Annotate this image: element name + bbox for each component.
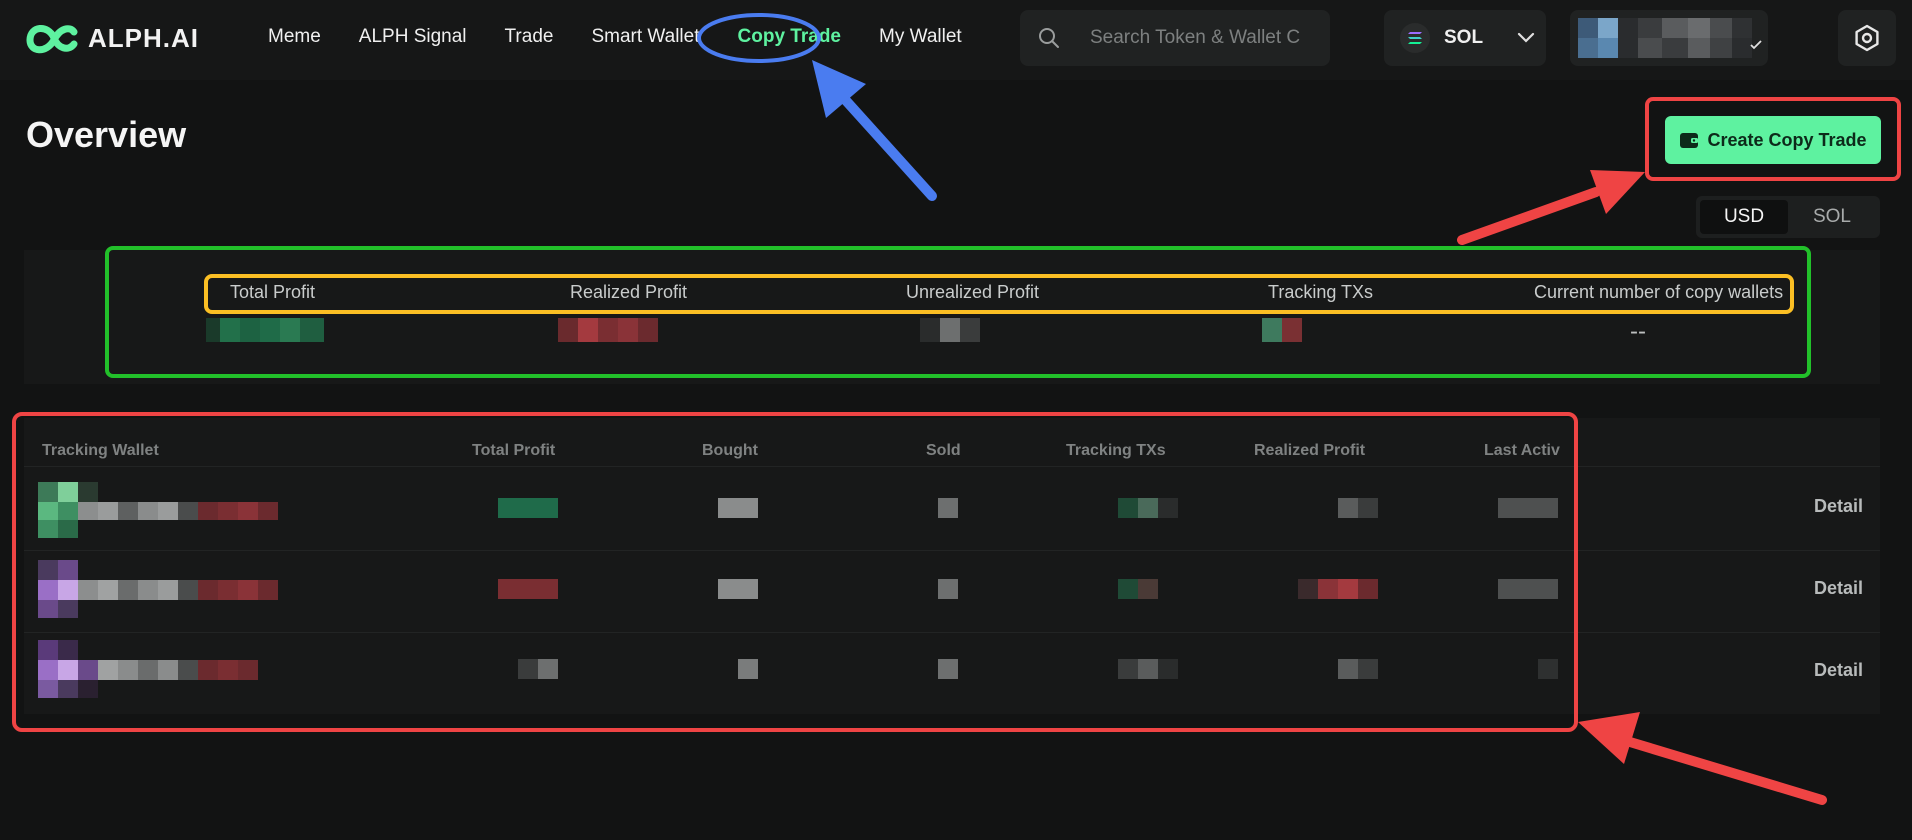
settings-button[interactable] xyxy=(1838,10,1896,66)
wallet-address-pixelated xyxy=(1578,38,1752,58)
summary-labels: Total Profit Realized Profit Unrealized … xyxy=(230,282,1810,303)
summary-label-tracking-txs: Tracking TXs xyxy=(1268,282,1374,302)
brand-name: ALPH.AI xyxy=(88,22,199,53)
search-icon xyxy=(1039,28,1059,48)
nav-item-trade[interactable]: Trade xyxy=(505,24,554,50)
row-1-detail-link[interactable]: Detail xyxy=(1814,496,1863,517)
row-1-tracking-txs-pixelated xyxy=(1118,498,1178,518)
summary-label-copy-wallets: Current number of copy wallets xyxy=(1534,282,1784,302)
summary-value-realized-profit-pixelated xyxy=(558,318,658,342)
checkmark-icon xyxy=(1750,40,1762,50)
row-3-realized-profit-pixelated xyxy=(1338,659,1378,679)
row-1-last-activity-pixelated xyxy=(1498,498,1558,518)
summary-label-realized-profit: Realized Profit xyxy=(570,282,688,302)
main-nav: Meme ALPH Signal Trade Smart Wallet Copy… xyxy=(268,24,1000,50)
column-header-realized-profit[interactable]: Realized Profit xyxy=(1254,442,1365,460)
page-title: Overview xyxy=(26,114,187,155)
settings-hex-icon xyxy=(1855,24,1879,52)
summary-value-total-profit-pixelated xyxy=(206,318,324,342)
column-header-tracking-wallet[interactable]: Tracking Wallet xyxy=(42,442,159,460)
row-2-bought-pixelated xyxy=(718,579,758,599)
column-header-sold[interactable]: Sold xyxy=(926,442,961,460)
search-box[interactable] xyxy=(1020,10,1330,66)
row-3-sold-pixelated xyxy=(938,659,958,679)
row-1-bought-pixelated xyxy=(718,498,758,518)
summary-label-unrealized-profit: Unrealized Profit xyxy=(906,282,1040,302)
column-header-total-profit[interactable]: Total Profit xyxy=(472,442,555,460)
solana-icon xyxy=(1400,23,1430,53)
row-divider xyxy=(24,550,1880,551)
row-3-wallet-address-pixelated xyxy=(38,660,258,680)
row-3-total-profit-pixelated xyxy=(518,659,558,679)
column-header-last-activity[interactable]: Last Activ xyxy=(1484,442,1560,460)
annotation-arrow-blue xyxy=(812,60,937,201)
row-3-last-activity-pixelated xyxy=(1538,659,1558,679)
currency-toggle: USD SOL xyxy=(1696,196,1880,238)
summary-value-tracking-txs-pixelated xyxy=(1262,318,1302,342)
currency-option-usd[interactable]: USD xyxy=(1700,200,1788,234)
row-2-wallet-avatar-bottom xyxy=(38,600,78,618)
row-1-total-profit-pixelated xyxy=(498,498,558,518)
row-2-tracking-txs-pixelated xyxy=(1118,579,1158,599)
nav-item-meme[interactable]: Meme xyxy=(268,24,321,50)
nav-item-alph-signal[interactable]: ALPH Signal xyxy=(359,24,467,50)
nav-item-copy-trade[interactable]: Copy Trade xyxy=(738,24,841,50)
wallet-icon xyxy=(1680,133,1699,148)
row-2-wallet-avatar xyxy=(38,560,78,580)
brand-logo[interactable]: ALPH.AI xyxy=(24,18,199,58)
wallet-avatar xyxy=(1578,18,1752,38)
row-3-bought-pixelated xyxy=(738,659,758,679)
search-input[interactable] xyxy=(1090,27,1320,49)
summary-label-total-profit: Total Profit xyxy=(230,282,316,302)
row-1-wallet-avatar-bottom xyxy=(38,520,78,538)
create-copy-trade-button[interactable]: Create Copy Trade xyxy=(1665,116,1881,164)
row-2-sold-pixelated xyxy=(938,579,958,599)
summary-value-unrealized-profit-pixelated xyxy=(920,318,980,342)
row-3-wallet-avatar-bottom xyxy=(38,680,98,698)
row-2-realized-profit-pixelated xyxy=(1298,579,1378,599)
row-divider xyxy=(24,632,1880,633)
annotation-arrow-red-top xyxy=(1457,170,1645,245)
row-1-wallet-address-pixelated xyxy=(38,502,278,520)
row-1-wallet-avatar xyxy=(38,482,98,502)
alph-logo-icon xyxy=(26,25,78,54)
column-header-tracking-txs[interactable]: Tracking TXs xyxy=(1066,442,1166,460)
annotation-arrow-red-bottom xyxy=(1578,712,1827,805)
row-1-realized-profit-pixelated xyxy=(1338,498,1378,518)
row-2-wallet-address-pixelated xyxy=(38,580,278,600)
create-copy-trade-label: Create Copy Trade xyxy=(1707,129,1867,150)
row-2-total-profit-pixelated xyxy=(498,579,558,599)
row-2-detail-link[interactable]: Detail xyxy=(1814,578,1863,599)
chevron-down-icon xyxy=(1517,32,1535,43)
connected-wallet-button[interactable] xyxy=(1570,10,1768,66)
row-3-detail-link[interactable]: Detail xyxy=(1814,660,1863,681)
row-2-last-activity-pixelated xyxy=(1498,579,1558,599)
summary-value-copy-wallets: -- xyxy=(1630,318,1646,345)
row-1-sold-pixelated xyxy=(938,498,958,518)
chain-label: SOL xyxy=(1444,27,1484,48)
top-nav: ALPH.AI Meme ALPH Signal Trade Smart Wal… xyxy=(0,0,1912,80)
profit-summary-panel: Total Profit Realized Profit Unrealized … xyxy=(24,250,1880,384)
nav-item-my-wallet[interactable]: My Wallet xyxy=(879,24,962,50)
row-3-wallet-avatar xyxy=(38,640,78,660)
currency-option-sol[interactable]: SOL xyxy=(1788,200,1876,234)
nav-item-smart-wallet[interactable]: Smart Wallet xyxy=(591,24,699,50)
header-divider xyxy=(24,466,1880,467)
row-3-tracking-txs-pixelated xyxy=(1118,659,1178,679)
chain-selector[interactable]: SOL xyxy=(1384,10,1546,66)
column-header-bought[interactable]: Bought xyxy=(702,442,758,460)
